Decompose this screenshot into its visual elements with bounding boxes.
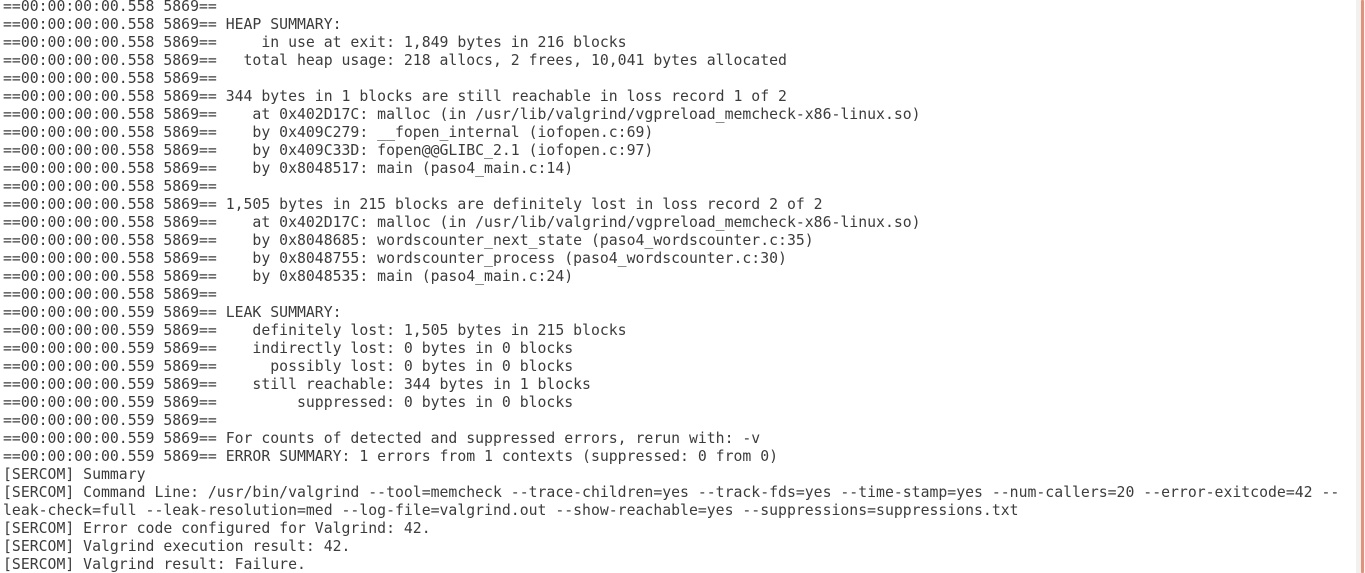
terminal-line: [SERCOM] Valgrind result: Failure. [3,556,306,573]
terminal-line: ==00:00:00:00.559 5869== possibly lost: … [3,358,574,375]
terminal-line: leak-check=full --leak-resolution=med --… [3,502,1019,519]
terminal-line: ==00:00:00:00.558 5869== by 0x8048685: w… [3,232,814,249]
terminal-line: ==00:00:00:00.559 5869== definitely lost… [3,322,627,339]
terminal-line: ==00:00:00:00.558 5869== total heap usag… [3,52,787,69]
terminal-line: [SERCOM] Valgrind execution result: 42. [3,538,351,555]
terminal-line: ==00:00:00:00.558 5869== [3,178,226,195]
terminal-line: [SERCOM] Command Line: /usr/bin/valgrind… [3,484,1340,501]
terminal-line: ==00:00:00:00.558 5869== 344 bytes in 1 … [3,88,787,105]
terminal-line: ==00:00:00:00.559 5869== indirectly lost… [3,340,574,357]
terminal-line: ==00:00:00:00.559 5869== For counts of d… [3,430,761,447]
terminal-line: [SERCOM] Error code configured for Valgr… [3,520,431,537]
terminal-line: ==00:00:00:00.559 5869== suppressed: 0 b… [3,394,574,411]
terminal-line: ==00:00:00:00.558 5869== 1,505 bytes in … [3,196,823,213]
terminal-line: ==00:00:00:00.559 5869== LEAK SUMMARY: [3,304,342,321]
terminal-line: ==00:00:00:00.558 5869== by 0x8048517: m… [3,160,574,177]
terminal-scrollbar[interactable] [1356,0,1365,573]
terminal-output: ==00:00:00:00.558 5869== ==00:00:00:00.5… [3,0,1339,573]
terminal-line: ==00:00:00:00.558 5869== [3,70,226,87]
terminal-window[interactable]: ==00:00:00:00.558 5869== ==00:00:00:00.5… [0,0,1356,573]
terminal-line: ==00:00:00:00.559 5869== [3,412,226,429]
terminal-line: ==00:00:00:00.558 5869== by 0x409C279: _… [3,124,654,141]
terminal-line: ==00:00:00:00.558 5869== HEAP SUMMARY: [3,16,342,33]
terminal-line: ==00:00:00:00.558 5869== by 0x8048755: w… [3,250,787,267]
terminal-line: ==00:00:00:00.558 5869== by 0x409C33D: f… [3,142,654,159]
terminal-line: ==00:00:00:00.558 5869== [3,286,226,303]
terminal-line: ==00:00:00:00.558 5869== by 0x8048535: m… [3,268,574,285]
terminal-line: ==00:00:00:00.559 5869== still reachable… [3,376,591,393]
scrollbar-thumb[interactable] [1361,0,1364,573]
terminal-line: ==00:00:00:00.558 5869== [3,0,226,15]
terminal-line: ==00:00:00:00.559 5869== ERROR SUMMARY: … [3,448,779,465]
terminal-line: [SERCOM] Summary [3,466,146,483]
terminal-line: ==00:00:00:00.558 5869== at 0x402D17C: m… [3,106,921,123]
terminal-line: ==00:00:00:00.558 5869== in use at exit:… [3,34,627,51]
terminal-line: ==00:00:00:00.558 5869== at 0x402D17C: m… [3,214,921,231]
